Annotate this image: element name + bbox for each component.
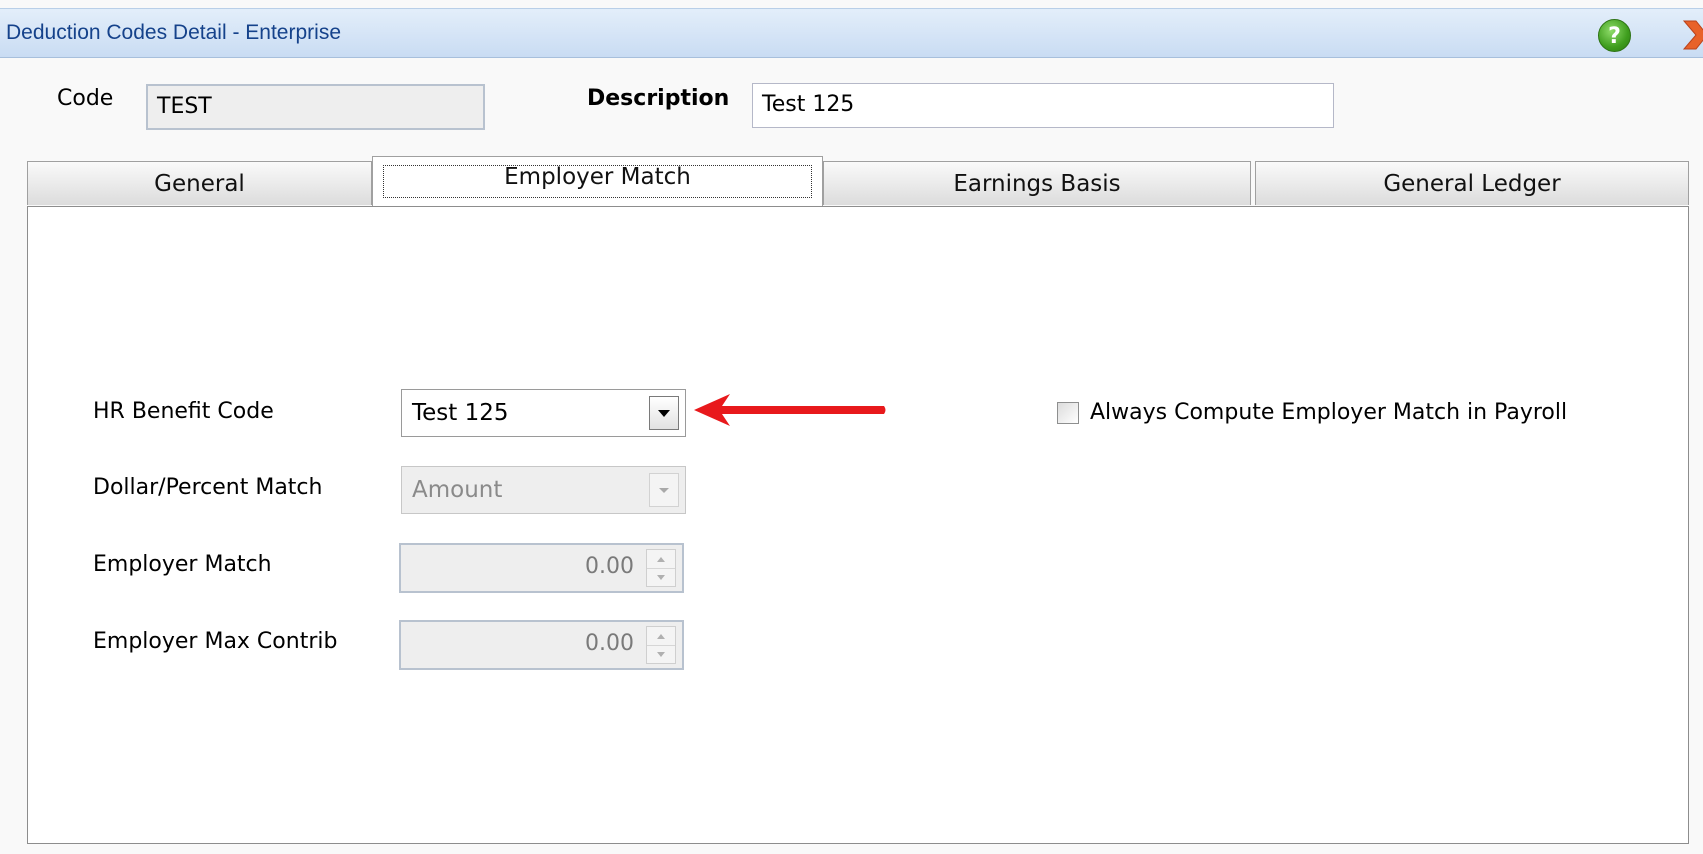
dollar-percent-label: Dollar/Percent Match: [93, 475, 323, 500]
red-arrow-icon: [692, 390, 887, 430]
dollar-percent-value: Amount: [412, 477, 503, 503]
hr-benefit-code-label: HR Benefit Code: [93, 399, 274, 424]
employer-match-value: 0.00: [585, 554, 634, 579]
code-label: Code: [57, 86, 114, 111]
chevron-down-icon-shape: [659, 488, 669, 493]
window-title: Deduction Codes Detail - Enterprise: [6, 21, 341, 44]
tab-general-label: General: [154, 171, 245, 197]
employer-max-value: 0.00: [585, 631, 634, 656]
always-compute-checkbox[interactable]: [1057, 402, 1079, 424]
spinner-arrows-icon[interactable]: [646, 626, 676, 664]
chevron-down-icon[interactable]: [649, 396, 679, 430]
tab-earnings-basis-label: Earnings Basis: [953, 171, 1121, 197]
always-compute-label: Always Compute Employer Match in Payroll: [1090, 400, 1568, 425]
employer-match-panel: [27, 206, 1689, 844]
employer-max-input[interactable]: 0.00: [399, 620, 684, 670]
chevron-down-icon-shape: [658, 410, 670, 417]
spinner-divider: [647, 568, 675, 569]
spinner-arrows-icon[interactable]: [646, 549, 676, 587]
tab-earnings-basis[interactable]: Earnings Basis: [823, 161, 1251, 205]
hr-benefit-code-value: Test 125: [412, 400, 509, 426]
tab-general-ledger[interactable]: General Ledger: [1255, 161, 1689, 205]
help-icon-glyph: ?: [1608, 24, 1621, 49]
description-field[interactable]: Test 125: [752, 83, 1334, 128]
tab-general-ledger-label: General Ledger: [1383, 171, 1561, 197]
description-label: Description: [587, 86, 730, 111]
deduction-codes-window: Deduction Codes Detail - Enterprise ? Co…: [0, 0, 1703, 854]
close-icon[interactable]: [1678, 17, 1703, 53]
dollar-percent-select[interactable]: Amount: [401, 466, 686, 514]
tab-general[interactable]: General: [27, 161, 372, 205]
employer-match-label: Employer Match: [93, 552, 272, 577]
chevron-down-icon[interactable]: [649, 473, 679, 507]
code-value: TEST: [157, 94, 212, 119]
description-value: Test 125: [762, 92, 855, 117]
tab-focus-outline: [383, 165, 812, 198]
tab-employer-match[interactable]: Employer Match: [372, 156, 823, 206]
employer-max-label: Employer Max Contrib: [93, 629, 338, 654]
help-icon[interactable]: ?: [1598, 19, 1631, 52]
spinner-divider: [647, 645, 675, 646]
code-field[interactable]: TEST: [146, 84, 485, 130]
close-icon-shape: [1682, 20, 1703, 50]
title-bar: Deduction Codes Detail - Enterprise ?: [0, 8, 1703, 58]
hr-benefit-code-select[interactable]: Test 125: [401, 389, 686, 437]
tab-strip: General Employer Match Earnings Basis Ge…: [27, 156, 1689, 208]
employer-match-input[interactable]: 0.00: [399, 543, 684, 593]
